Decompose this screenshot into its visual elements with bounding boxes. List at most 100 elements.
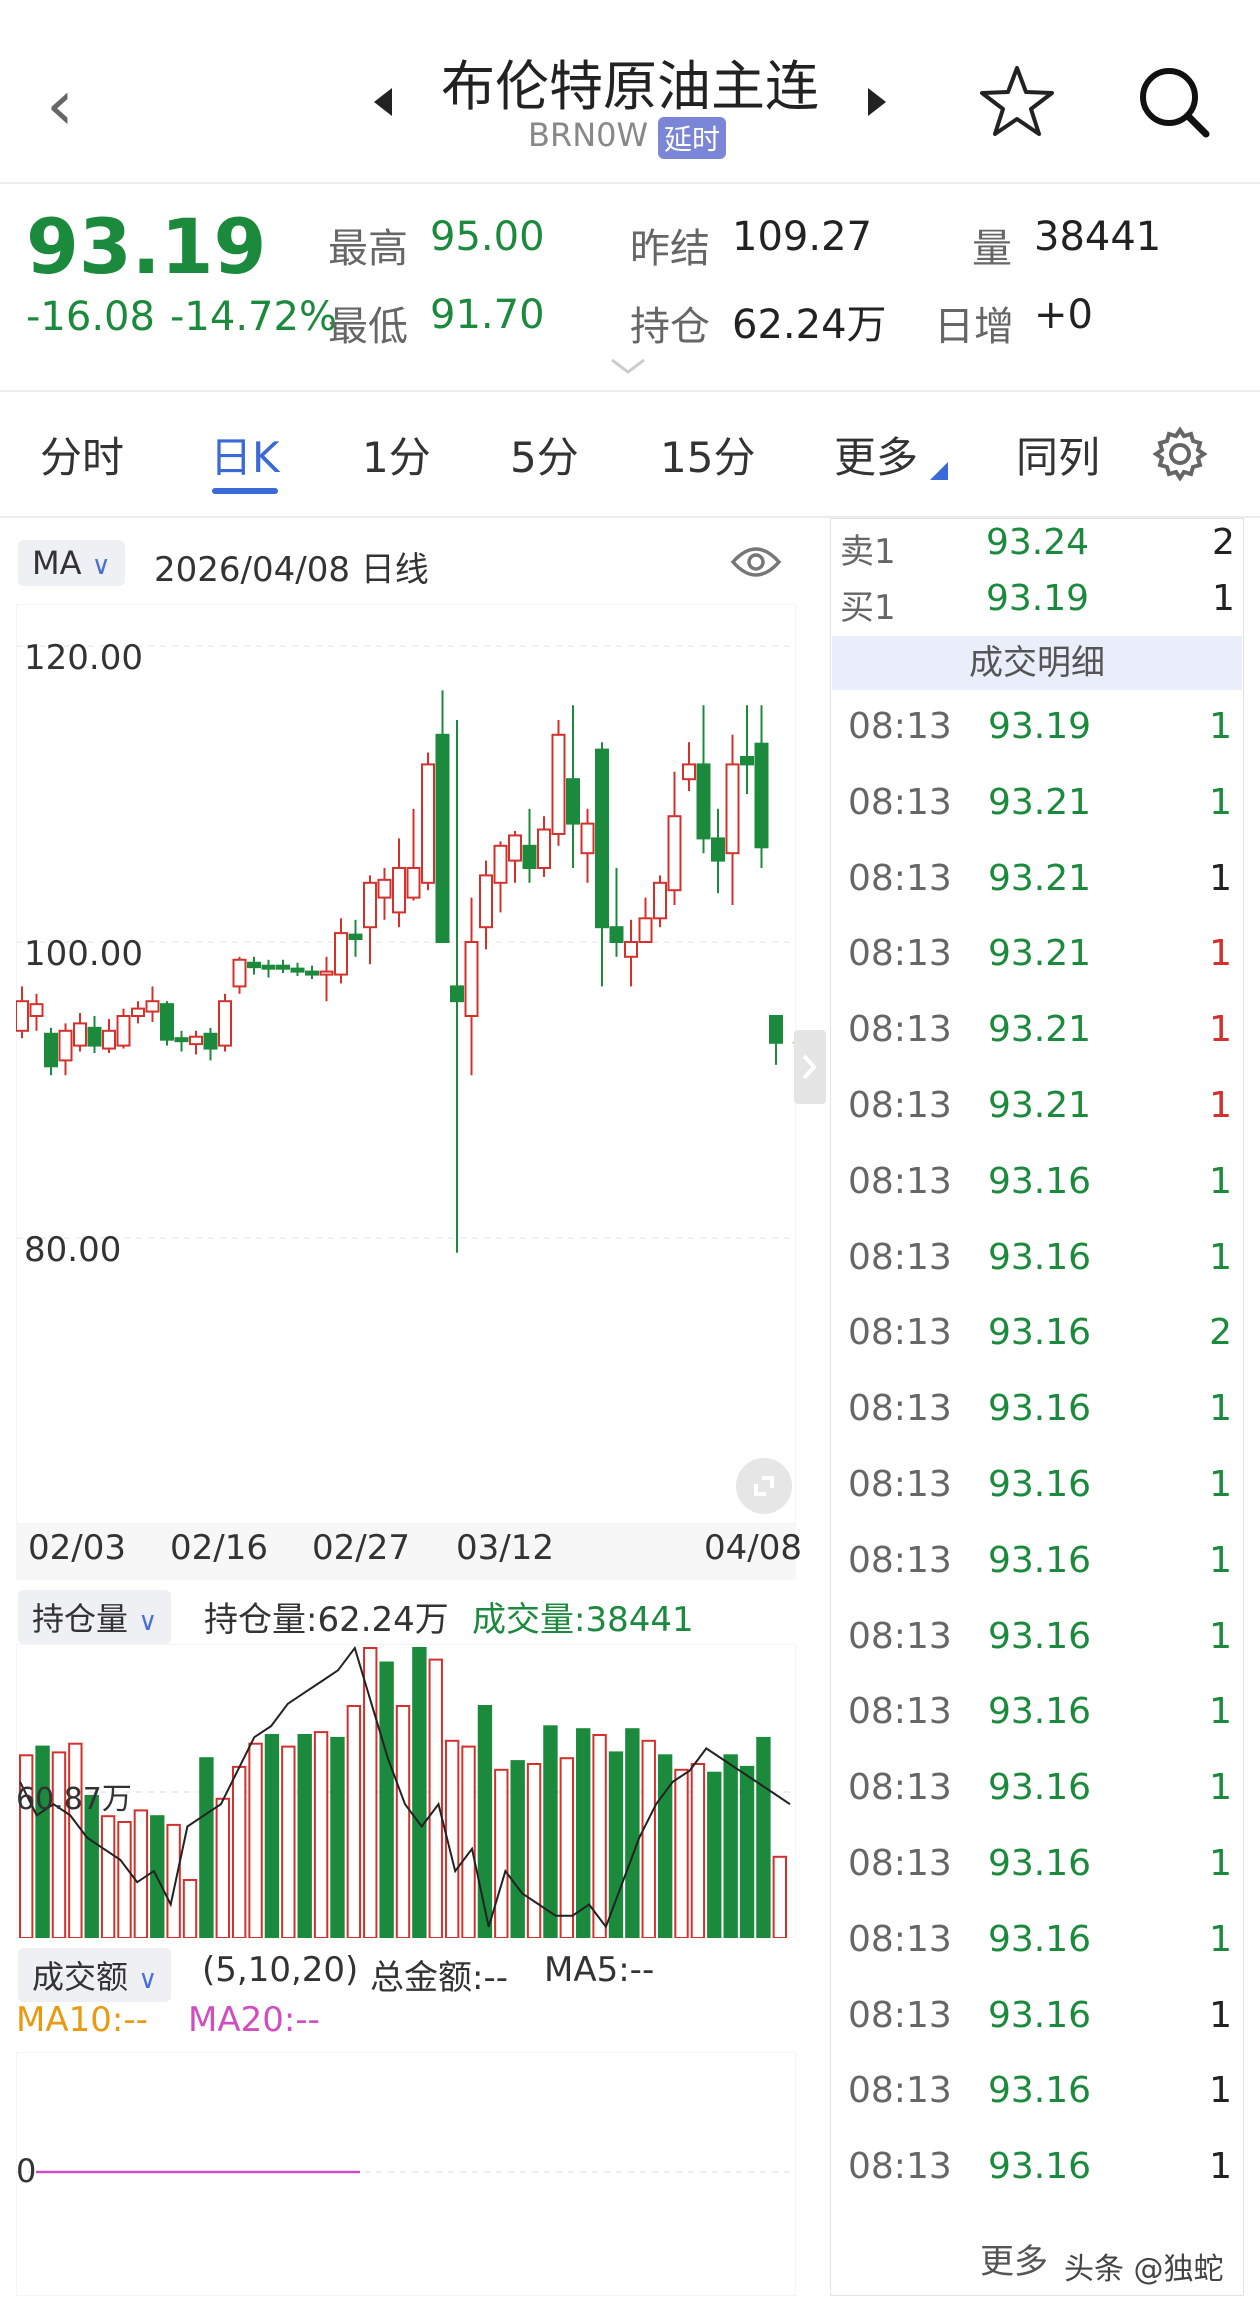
candle-body bbox=[44, 1032, 58, 1068]
tab-intraday[interactable]: 分时 bbox=[40, 424, 124, 485]
quote-divider bbox=[0, 390, 1260, 392]
tab-5min[interactable]: 5分 bbox=[510, 424, 579, 485]
candle-body bbox=[740, 756, 754, 766]
trade-price: 93.19 bbox=[988, 706, 1092, 747]
search-icon[interactable] bbox=[1136, 64, 1212, 140]
trade-time: 08:13 bbox=[848, 1918, 952, 1960]
trade-row: 08:13 93.16 1 bbox=[832, 1382, 1242, 1452]
trade-price: 93.16 bbox=[988, 1767, 1092, 1809]
trade-row: 08:13 93.21 1 bbox=[832, 1079, 1242, 1149]
trade-price: 93.21 bbox=[988, 857, 1092, 899]
trade-row: 08:13 93.16 1 bbox=[832, 1761, 1242, 1831]
prev-contract-icon[interactable] bbox=[374, 88, 392, 116]
x-tick-0203: 02/03 bbox=[28, 1528, 126, 1568]
ma5-readout: MA5:-- bbox=[544, 1950, 655, 1990]
volume-oi-chart[interactable] bbox=[16, 1644, 796, 1938]
back-icon[interactable]: ‹ bbox=[46, 70, 74, 140]
volume-bar bbox=[133, 1809, 149, 1938]
indicator-selector[interactable]: MA ∨ bbox=[18, 540, 125, 586]
candle-body bbox=[435, 733, 450, 943]
candle-body bbox=[682, 763, 696, 781]
ask-price: 93.24 bbox=[986, 522, 1090, 563]
chevron-down-icon: ∨ bbox=[91, 551, 111, 581]
candle-body bbox=[218, 1000, 232, 1047]
oi-selector[interactable]: 持仓量 ∨ bbox=[18, 1590, 172, 1644]
candle-body bbox=[232, 958, 247, 988]
contract-code: BRN0W bbox=[528, 116, 649, 154]
trade-time: 08:13 bbox=[848, 2070, 952, 2112]
trade-time: 08:13 bbox=[848, 1994, 952, 2036]
tab-1min[interactable]: 1分 bbox=[362, 424, 431, 485]
position-value: 62.24万 bbox=[732, 302, 887, 348]
trade-row: 08:13 93.21 1 bbox=[832, 1003, 1242, 1073]
candle-body bbox=[58, 1029, 73, 1062]
trade-time: 08:13 bbox=[848, 1160, 952, 1202]
volume-bar bbox=[330, 1736, 345, 1938]
trade-row: 08:13 93.16 1 bbox=[832, 1458, 1242, 1528]
trade-price: 93.16 bbox=[988, 1388, 1092, 1430]
star-icon[interactable] bbox=[978, 64, 1056, 140]
trade-row: 08:13 93.16 1 bbox=[832, 1685, 1242, 1755]
trade-row: 08:13 93.21 1 bbox=[832, 927, 1242, 997]
trade-qty: 1 bbox=[1209, 781, 1232, 823]
volume-bar bbox=[707, 1771, 722, 1938]
active-tab-indicator bbox=[212, 488, 278, 494]
volume-bar bbox=[297, 1734, 312, 1938]
scroll-handle[interactable] bbox=[794, 1030, 826, 1104]
trade-time: 08:13 bbox=[848, 1615, 952, 1657]
delay-badge: 延时 bbox=[658, 117, 727, 159]
tab-15min[interactable]: 15分 bbox=[660, 424, 755, 485]
low-value: 91.70 bbox=[430, 292, 545, 338]
gear-icon[interactable] bbox=[1152, 426, 1208, 482]
volume-bar bbox=[461, 1745, 476, 1938]
trade-time: 08:13 bbox=[848, 706, 952, 747]
trade-time: 08:13 bbox=[848, 857, 952, 899]
next-contract-icon[interactable] bbox=[868, 88, 886, 116]
candle-body bbox=[754, 742, 769, 849]
candle-body bbox=[450, 985, 464, 1003]
fullscreen-icon[interactable] bbox=[734, 1456, 794, 1516]
trade-row: 08:13 93.16 1 bbox=[832, 2064, 1242, 2134]
trade-time: 08:13 bbox=[848, 1388, 952, 1430]
more-trades-link[interactable]: 更多 bbox=[980, 2234, 1048, 2283]
candle-body bbox=[348, 933, 363, 941]
volume-bar bbox=[526, 1763, 542, 1938]
trade-qty: 1 bbox=[1209, 933, 1232, 975]
trade-price: 93.16 bbox=[988, 1236, 1092, 1278]
tab-daily-k[interactable]: 日K bbox=[210, 424, 280, 485]
volume-bar bbox=[379, 1661, 394, 1938]
candle-body bbox=[116, 1015, 131, 1047]
trade-qty: 2 bbox=[1209, 1312, 1232, 1354]
tab-same-list[interactable]: 同列 bbox=[1016, 424, 1100, 485]
volume-bar bbox=[690, 1763, 706, 1938]
trade-price: 93.16 bbox=[988, 1843, 1092, 1884]
amount-selector[interactable]: 成交额 ∨ bbox=[18, 1948, 172, 2002]
candle-body bbox=[493, 844, 508, 884]
trade-time: 08:13 bbox=[848, 1767, 952, 1809]
trade-price: 93.16 bbox=[988, 2146, 1092, 2188]
candle-body bbox=[522, 844, 537, 870]
trade-qty: 1 bbox=[1209, 1615, 1232, 1657]
x-tick-0227: 02/27 bbox=[312, 1528, 410, 1568]
expand-chevron-icon[interactable] bbox=[610, 356, 646, 376]
trade-qty: 1 bbox=[1209, 1009, 1232, 1051]
amount-chart[interactable] bbox=[16, 2052, 796, 2296]
trade-qty: 1 bbox=[1209, 2146, 1232, 2188]
volume-value: 38441 bbox=[1034, 214, 1162, 260]
candle-body bbox=[145, 1000, 160, 1013]
eye-icon[interactable] bbox=[730, 542, 782, 582]
candle-body bbox=[609, 926, 624, 944]
ma20-readout: MA20:-- bbox=[188, 2000, 320, 2040]
trade-row: 08:13 93.16 2 bbox=[832, 1306, 1242, 1376]
candle-body bbox=[580, 822, 595, 855]
chevron-down-icon: ∨ bbox=[138, 1965, 158, 1995]
candle-body bbox=[392, 867, 406, 914]
candle-body bbox=[174, 1037, 189, 1043]
ask-label: 卖1 bbox=[840, 532, 896, 572]
trade-price: 93.21 bbox=[988, 781, 1092, 823]
trade-detail-header: 成交明细 bbox=[832, 636, 1242, 690]
candlestick-chart[interactable] bbox=[16, 604, 796, 1524]
tab-more[interactable]: 更多 bbox=[834, 424, 918, 485]
app-root: ‹ 布伦特原油主连 BRN0W 延时 93.19 -16.08 -14.72% … bbox=[0, 0, 1260, 2304]
volume-bar bbox=[494, 1768, 509, 1938]
